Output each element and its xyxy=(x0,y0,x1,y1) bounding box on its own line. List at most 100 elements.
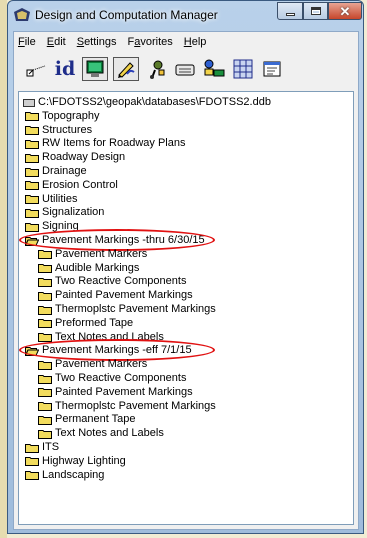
tree-folder-item[interactable]: Roadway Design xyxy=(25,151,125,164)
tree-item-label: Structures xyxy=(42,123,93,136)
close-icon: ✕ xyxy=(339,4,351,19)
people-icon xyxy=(150,60,165,79)
tree-folder-item[interactable]: Utilities xyxy=(25,193,77,206)
properties-tool-button[interactable] xyxy=(260,57,284,81)
folder-icon xyxy=(38,388,52,398)
folder-icon xyxy=(38,277,52,287)
menu-file[interactable]: File xyxy=(18,36,36,48)
folder-icon xyxy=(38,319,52,329)
toolbar: id xyxy=(14,53,358,85)
monitor-icon xyxy=(86,60,104,77)
folder-icon xyxy=(38,360,52,370)
tree-item-label: Text Notes and Labels xyxy=(55,330,164,343)
folder-icon xyxy=(38,402,52,412)
app-window: Design and Computation Manager ✕ File Ed… xyxy=(7,0,364,534)
minimize-icon xyxy=(286,13,295,16)
tree-subfolder-item[interactable]: Text Notes and Labels xyxy=(38,427,164,440)
tree-item-label: Pavement Markers xyxy=(55,358,148,371)
tree-folder-item[interactable]: Pavement Markings -eff 7/1/15 xyxy=(25,344,192,357)
folder-open-icon xyxy=(25,346,39,356)
tree-subfolder-item[interactable]: Audible Markings xyxy=(38,262,139,275)
title-bar[interactable]: Design and Computation Manager ✕ xyxy=(8,1,363,29)
tree-item-label: Audible Markings xyxy=(55,261,140,274)
folder-icon xyxy=(25,181,39,191)
user-tree-tool-button[interactable] xyxy=(202,57,226,81)
tree-folder-item[interactable]: Erosion Control xyxy=(25,179,118,192)
tree-item-label: Drainage xyxy=(42,165,87,177)
tree-folder-item[interactable]: Signing xyxy=(25,220,79,233)
tree-subfolder-item[interactable]: Painted Pavement Markings xyxy=(38,289,193,302)
tree-folder-item[interactable]: Structures xyxy=(25,124,92,137)
tree-subfolder-item[interactable]: Painted Pavement Markings xyxy=(38,386,193,399)
tree-root[interactable]: C:\FDOTSS2\geopak\databases\FDOTSS2.ddb xyxy=(23,96,271,109)
tree-folder-item[interactable]: Signalization xyxy=(25,206,104,219)
app-logo-icon xyxy=(14,8,30,21)
folder-icon xyxy=(38,305,52,315)
keyboard-icon xyxy=(175,64,195,76)
tree-item-label: Signing xyxy=(42,220,79,233)
tree-subfolder-item[interactable]: Pavement Markers xyxy=(38,358,147,371)
tree-subfolder-item[interactable]: Text Notes and Labels xyxy=(38,331,164,344)
grid-icon xyxy=(233,59,253,79)
tree-folder-item[interactable]: Pavement Markings -thru 6/30/15 xyxy=(25,234,205,247)
menu-bar: File Edit Settings Favorites Help xyxy=(14,32,358,52)
tree-folder-item[interactable]: Drainage xyxy=(25,165,87,178)
tree-item-label: Pavement Markers xyxy=(55,247,148,260)
folder-icon xyxy=(25,126,39,136)
tree-item-label: Two Reactive Components xyxy=(55,372,187,384)
tree-item-label: Pavement Markings -eff 7/1/15 xyxy=(42,344,192,357)
tree-subfolder-item[interactable]: Pavement Markers xyxy=(38,248,147,261)
menu-help[interactable]: Help xyxy=(184,36,207,48)
tree-folder-item[interactable]: Topography xyxy=(25,110,100,123)
tree-subfolder-item[interactable]: Preformed Tape xyxy=(38,317,133,330)
folder-icon xyxy=(25,153,39,163)
menu-favorites[interactable]: Favorites xyxy=(127,36,172,48)
folder-icon xyxy=(25,208,39,218)
folder-icon xyxy=(25,222,39,232)
tree-folder-item[interactable]: ITS xyxy=(25,441,59,454)
tree-subfolder-item[interactable]: Permanent Tape xyxy=(38,413,136,426)
folder-icon xyxy=(38,415,52,425)
maximize-icon xyxy=(311,7,321,15)
tree-item-label: Two Reactive Components xyxy=(55,275,187,288)
monitor-tool-button[interactable] xyxy=(82,57,108,81)
maximize-button[interactable] xyxy=(303,2,328,20)
people-tool-button[interactable] xyxy=(144,57,168,81)
folder-icon xyxy=(25,457,39,467)
minimize-button[interactable] xyxy=(277,2,303,20)
folder-icon xyxy=(25,471,39,481)
tree-item-label: Highway Lighting xyxy=(42,454,126,467)
keyboard-tool-button[interactable] xyxy=(173,57,197,81)
tree-folder-item[interactable]: Highway Lighting xyxy=(25,455,126,468)
tree-item-label: Roadway Design xyxy=(42,151,126,164)
id-tool-button[interactable]: id xyxy=(53,57,77,81)
menu-edit[interactable]: Edit xyxy=(47,36,66,48)
grid-tool-button[interactable] xyxy=(231,57,255,81)
desktop-edge xyxy=(0,0,7,538)
spline-tool-button[interactable] xyxy=(24,57,48,81)
close-button[interactable]: ✕ xyxy=(328,2,362,20)
tree-folder-item[interactable]: RW Items for Roadway Plans xyxy=(25,137,185,150)
folder-icon xyxy=(38,264,52,274)
pencil-tool-button[interactable] xyxy=(113,57,139,81)
tree-root-label: C:\FDOTSS2\geopak\databases\FDOTSS2.ddb xyxy=(38,96,271,108)
tree-subfolder-item[interactable]: Two Reactive Components xyxy=(38,275,186,288)
tree-folder-item[interactable]: Landscaping xyxy=(25,469,104,482)
database-tree[interactable]: C:\FDOTSS2\geopak\databases\FDOTSS2.ddb … xyxy=(18,91,354,525)
spline-icon xyxy=(26,65,46,77)
tree-item-label: Erosion Control xyxy=(42,178,118,191)
tree-item-label: Permanent Tape xyxy=(55,413,136,426)
tree-item-label: Preformed Tape xyxy=(55,316,134,329)
folder-icon xyxy=(38,429,52,439)
folder-icon xyxy=(38,250,52,260)
tree-subfolder-item[interactable]: Thermoplstc Pavement Markings xyxy=(38,400,216,413)
user-tree-icon xyxy=(204,59,225,77)
folder-icon xyxy=(25,195,39,205)
tree-item-label: RW Items for Roadway Plans xyxy=(42,137,186,150)
tree-subfolder-item[interactable]: Two Reactive Components xyxy=(38,372,186,385)
menu-settings[interactable]: Settings xyxy=(77,36,117,48)
folder-icon xyxy=(25,167,39,177)
id-icon: id xyxy=(54,58,76,80)
database-drive-icon xyxy=(23,98,35,107)
tree-subfolder-item[interactable]: Thermoplstc Pavement Markings xyxy=(38,303,216,316)
